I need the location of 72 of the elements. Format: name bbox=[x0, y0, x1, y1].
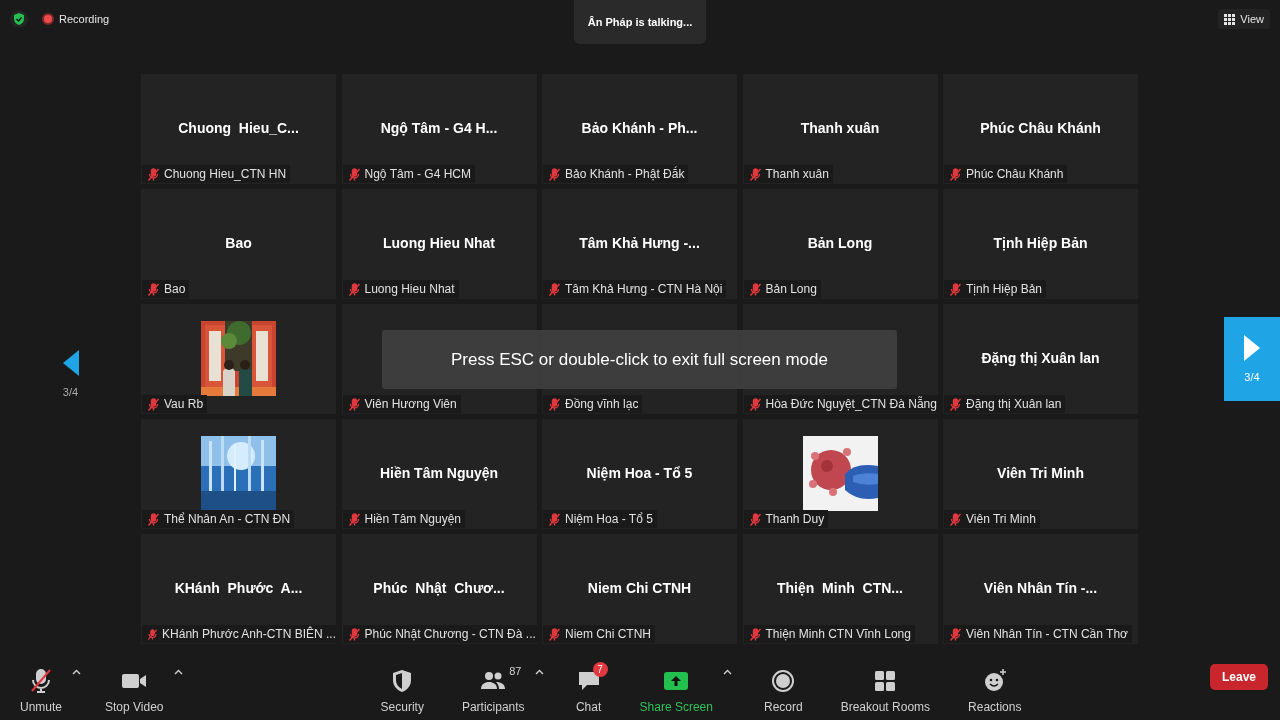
participant-name: Ngộ Tâm - G4 H... bbox=[379, 120, 499, 136]
participant-label: Hiền Tâm Nguyện bbox=[364, 512, 461, 526]
participant-label: Viên Nhân Tín - CTN Cần Thơ bbox=[966, 627, 1128, 641]
participant-label: Niệm Hoa - Tổ 5 bbox=[565, 512, 653, 526]
participant-label: KHánh Phước Anh-CTN BIÊN ... bbox=[162, 627, 336, 641]
participant-label: Chuong Hieu_CTN HN bbox=[164, 167, 287, 181]
caret-icon bbox=[534, 669, 544, 676]
participant-label: Bản Long bbox=[765, 282, 817, 296]
participant-label: Tâm Khả Hưng - CTN Hà Nội bbox=[565, 282, 723, 296]
participant-name: Niệm Hoa - Tổ 5 bbox=[585, 465, 694, 481]
participant-label: Thiện Minh CTN Vĩnh Long bbox=[765, 627, 911, 641]
participant-name: Viên Tri Minh bbox=[996, 465, 1085, 481]
share-toolbar-button[interactable]: Share Screen bbox=[631, 662, 721, 714]
participant-label: Thể Nhân An - CTN ĐN bbox=[164, 512, 291, 526]
participant-name: Tâm Khả Hưng -... bbox=[578, 235, 701, 251]
video-toolbar-button[interactable]: Stop Video bbox=[97, 662, 172, 714]
view-button[interactable]: View bbox=[1218, 9, 1270, 29]
record-icon bbox=[770, 668, 797, 694]
previous-page-button[interactable]: 3/4 bbox=[62, 350, 79, 398]
participant-label: Thanh Duy bbox=[765, 512, 825, 526]
participant-name: Luong Hieu Nhat bbox=[382, 235, 496, 251]
participant-label: Bao bbox=[164, 282, 186, 296]
participants-toolbar-button[interactable]: Participants 87 bbox=[453, 662, 533, 714]
participant-name: Hiền Tâm Nguyện bbox=[378, 465, 500, 481]
participant-label: Đặng thị Xuân lan bbox=[966, 397, 1062, 411]
unread-badge: 7 bbox=[592, 662, 608, 677]
participant-label: Vau Rb bbox=[164, 397, 204, 411]
participant-label: Đồng vĩnh lạc bbox=[565, 397, 639, 411]
participant-name: Chuong Hieu_C... bbox=[177, 120, 300, 136]
participant-name: Phúc Châu Khánh bbox=[979, 120, 1102, 136]
participant-name: Bảo Khánh - Ph... bbox=[580, 120, 699, 136]
caret-icon bbox=[723, 669, 732, 676]
caret-icon bbox=[173, 669, 183, 676]
mic-icon bbox=[28, 668, 54, 694]
participant-name: Bản Long bbox=[806, 235, 874, 251]
participant-name: Bao bbox=[224, 235, 253, 251]
shield-check-icon bbox=[10, 10, 28, 28]
participant-name: Thiện Minh CTN... bbox=[776, 580, 904, 596]
participant-label: Tịnh Hiệp Bản bbox=[966, 282, 1043, 296]
mic-toolbar-button[interactable]: Unmute bbox=[12, 662, 71, 714]
grid-icon bbox=[1224, 13, 1236, 25]
reactions-toolbar-button[interactable]: Reactions bbox=[960, 662, 1030, 714]
participant-label: Thanh xuân bbox=[765, 167, 829, 181]
participant-label: Phúc Châu Khánh bbox=[966, 167, 1064, 181]
participant-label: Viên Tri Minh bbox=[966, 512, 1036, 526]
participant-name: Niem Chi CTNH bbox=[586, 580, 693, 596]
participant-name: Tịnh Hiệp Bản bbox=[992, 235, 1089, 251]
left-arrow-icon bbox=[62, 350, 79, 376]
participant-name: Viên Nhân Tín -... bbox=[982, 580, 1099, 596]
record-toolbar-button[interactable]: Record bbox=[756, 662, 811, 714]
fullscreen-notice: Press ESC or double-click to exit full screen mode bbox=[382, 330, 897, 389]
participant-label: Viên Hương Viên bbox=[364, 397, 457, 411]
recording-dot-icon bbox=[42, 13, 54, 25]
right-arrow-icon bbox=[1244, 335, 1260, 361]
recording-label: Recording bbox=[59, 13, 110, 25]
participant-label: Ngộ Tâm - G4 HCM bbox=[364, 167, 471, 181]
chat-toolbar-button[interactable]: Chat 7 bbox=[567, 662, 610, 714]
participant-label: Phúc Nhật Chương - CTN Đà ... bbox=[364, 627, 536, 641]
breakout-toolbar-button[interactable]: Breakout Rooms bbox=[832, 662, 939, 714]
participant-name: KHánh Phước A... bbox=[173, 580, 304, 596]
participant-label: Hòa Đức Nguyệt_CTN Đà Nẵng bbox=[765, 397, 937, 411]
talking-indicator: Ân Pháp is talking... bbox=[574, 0, 706, 44]
participant-name: Thanh xuân bbox=[799, 120, 881, 136]
security-toolbar-button[interactable]: Security bbox=[372, 662, 432, 714]
participant-count: 87 bbox=[509, 665, 522, 677]
leave-button[interactable]: Leave bbox=[1209, 664, 1268, 690]
caret-icon bbox=[72, 669, 82, 676]
participant-name: Đặng thị Xuân lan bbox=[980, 350, 1101, 366]
participant-label: Luong Hieu Nhat bbox=[364, 282, 455, 296]
participant-label: Niem Chi CTNH bbox=[565, 627, 651, 641]
participant-label: Bảo Khánh - Phật Đắk bbox=[565, 167, 685, 181]
participant-name: Phúc Nhật Chươ... bbox=[372, 580, 506, 596]
